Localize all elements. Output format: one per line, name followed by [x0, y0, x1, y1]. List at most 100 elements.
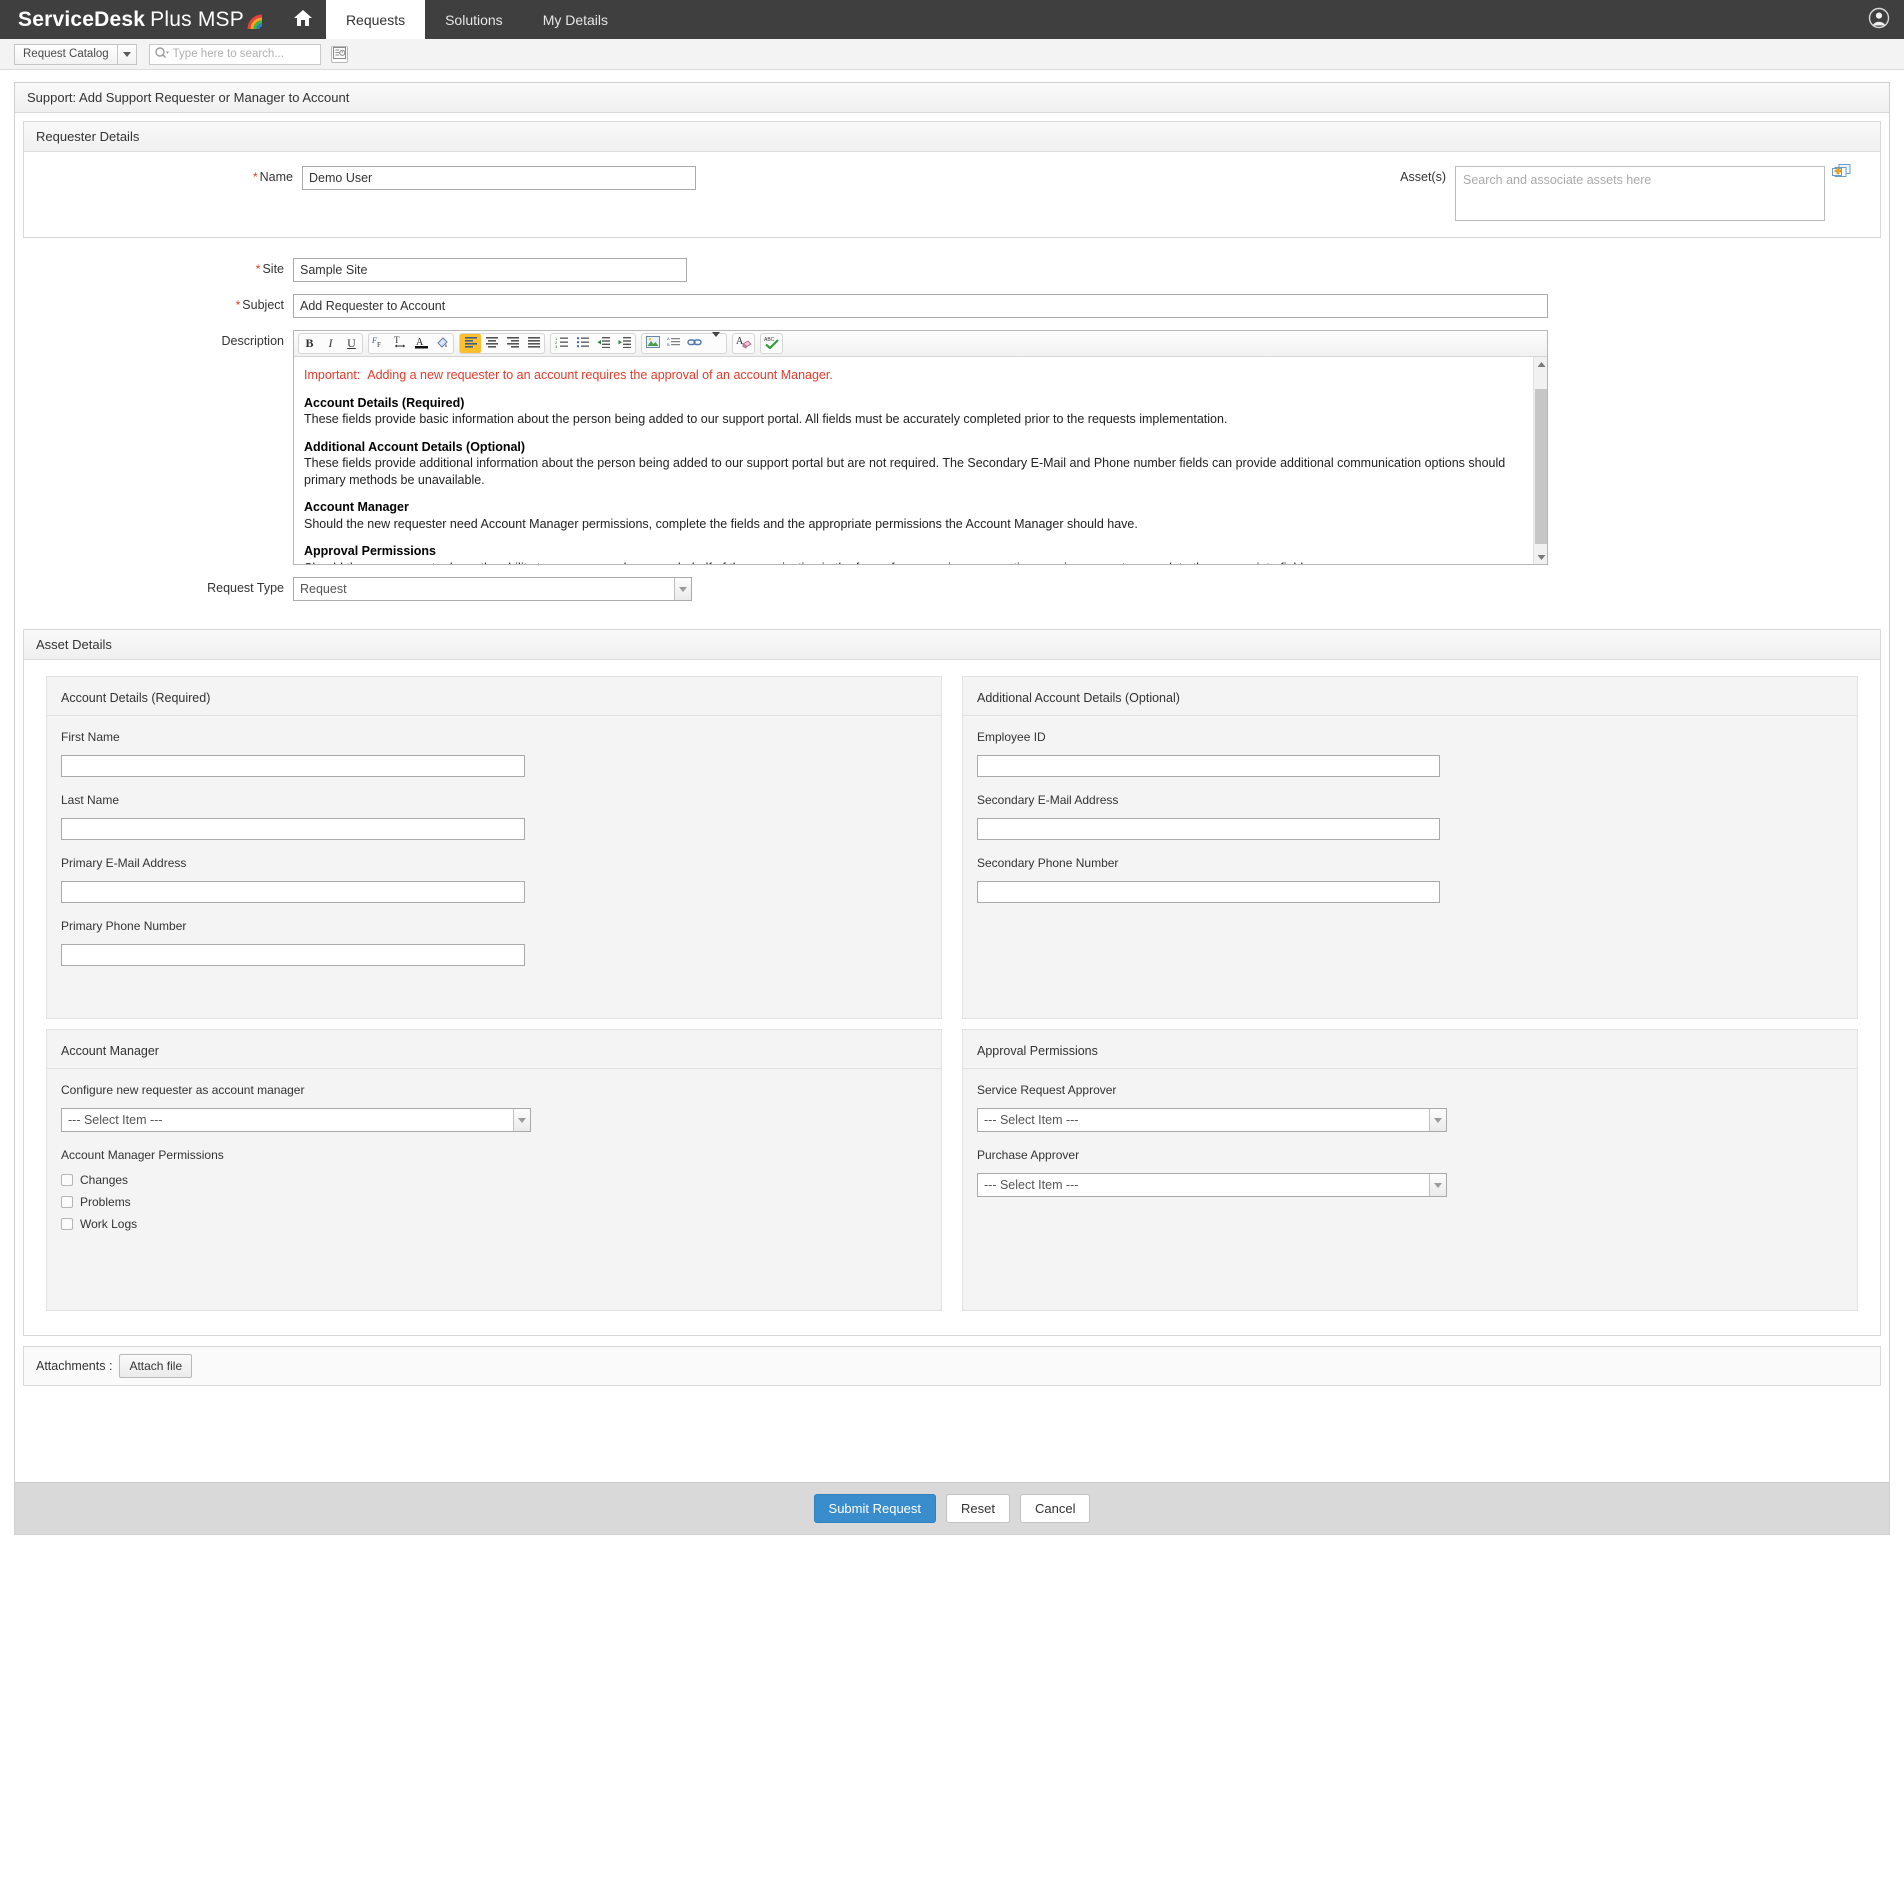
checkbox-row-work-logs[interactable]: Work Logs [61, 1217, 927, 1231]
chevron-down-icon [513, 1109, 530, 1131]
field-employee-id: Employee ID [977, 730, 1843, 777]
request-catalog-dropdown[interactable]: Request Catalog [14, 43, 137, 65]
outdent-button[interactable] [593, 334, 614, 353]
assets-search-box[interactable]: Search and associate assets here [1455, 166, 1825, 221]
insert-table-icon: AB [667, 336, 681, 351]
insert-table-button[interactable]: AB [663, 334, 684, 353]
request-type-dropdown[interactable]: Request [293, 577, 692, 601]
insert-link-button[interactable] [684, 334, 705, 353]
underline-button[interactable]: U [341, 334, 362, 353]
font-size-button[interactable]: T [390, 334, 411, 353]
employee-id-input[interactable] [977, 755, 1440, 777]
font-family-button[interactable]: FF [369, 334, 390, 353]
outdent-icon [597, 336, 611, 351]
toolbar-group-font: FF T A [368, 333, 454, 354]
checkbox-row-changes[interactable]: Changes [61, 1173, 927, 1187]
text-color-button[interactable]: A [411, 334, 432, 353]
font-family-icon: FF [371, 335, 387, 352]
svg-text:B: B [667, 342, 670, 347]
bold-button[interactable]: B [299, 334, 320, 353]
align-center-button[interactable] [481, 334, 502, 353]
submit-request-button[interactable]: Submit Request [813, 1494, 937, 1523]
employee-id-label: Employee ID [977, 730, 1046, 744]
problems-checkbox[interactable] [61, 1196, 73, 1208]
scroll-up-arrow-icon[interactable] [1534, 357, 1547, 371]
description-heading-3: Approval Permissions [304, 544, 436, 558]
tab-solutions[interactable]: Solutions [425, 0, 523, 39]
insert-image-button[interactable] [642, 334, 663, 353]
tab-requests-label: Requests [345, 11, 406, 28]
first-name-label: First Name [61, 730, 120, 744]
search-field-wrapper[interactable] [148, 43, 321, 65]
tab-my-details-label: My Details [542, 11, 609, 28]
request-type-label: Request Type [207, 581, 284, 595]
subject-input[interactable] [293, 294, 1548, 318]
insert-image-icon [645, 336, 660, 351]
editor-toolbar: B I U FF T A 1 2 3 A B A ABC [294, 331, 1547, 357]
name-input[interactable] [302, 166, 696, 190]
first-name-input[interactable] [61, 755, 525, 777]
changes-checkbox[interactable] [61, 1174, 73, 1186]
user-account-button[interactable] [1868, 0, 1890, 39]
scroll-down-arrow-icon[interactable] [1534, 550, 1547, 564]
card-additional-account-details: Additional Account Details (Optional) Em… [962, 676, 1858, 1019]
site-input[interactable] [293, 258, 687, 282]
description-heading-0: Account Details (Required) [304, 395, 465, 410]
background-color-button[interactable] [432, 334, 453, 353]
description-scrollbar[interactable] [1533, 357, 1547, 564]
attach-file-button[interactable]: Attach file [119, 1354, 193, 1378]
field-service-request-approver: Service Request Approver --- Select Item… [977, 1083, 1843, 1132]
checkbox-row-problems[interactable]: Problems [61, 1195, 927, 1209]
italic-button[interactable]: I [320, 334, 341, 353]
last-name-input[interactable] [61, 818, 525, 840]
service-request-approver-value: --- Select Item --- [984, 1113, 1079, 1127]
svg-text:3: 3 [555, 344, 558, 348]
spellcheck-button[interactable]: ABC [761, 334, 782, 353]
add-asset-button[interactable] [1832, 163, 1852, 184]
remove-format-button[interactable]: A [733, 334, 754, 353]
primary-email-input[interactable] [61, 881, 525, 903]
attachments-label: Attachments : [36, 1359, 113, 1373]
ordered-list-icon: 123 [555, 336, 569, 351]
indent-button[interactable] [614, 334, 635, 353]
configure-account-manager-dropdown[interactable]: --- Select Item --- [61, 1108, 531, 1132]
reset-button[interactable]: Reset [946, 1494, 1010, 1523]
home-button[interactable] [280, 0, 326, 39]
purchase-approver-value: --- Select Item --- [984, 1178, 1079, 1192]
tab-my-details[interactable]: My Details [523, 0, 628, 39]
tab-requests[interactable]: Requests [325, 0, 426, 39]
purchase-approver-dropdown[interactable]: --- Select Item --- [977, 1173, 1447, 1197]
request-type-value: Request [300, 582, 347, 596]
card-account-details: Account Details (Required) First Name La… [46, 676, 942, 1019]
svg-text:T: T [394, 335, 400, 345]
request-form-panel: Support: Add Support Requester or Manage… [14, 82, 1890, 1535]
service-request-approver-dropdown[interactable]: --- Select Item --- [977, 1108, 1447, 1132]
more-options-button[interactable] [705, 331, 726, 353]
asset-details-section: Asset Details Account Details (Required)… [23, 629, 1881, 1336]
search-history-button[interactable] [330, 45, 348, 63]
toolbar-group-text-style: B I U [298, 333, 363, 354]
align-right-button[interactable] [502, 334, 523, 353]
insert-link-icon [686, 336, 703, 351]
align-left-button[interactable] [460, 334, 481, 353]
configure-account-manager-label: Configure new requester as account manag… [61, 1083, 305, 1097]
app-logo[interactable]: ServiceDesk Plus MSP [0, 0, 280, 39]
field-account-manager-permissions: Account Manager Permissions Changes Prob… [61, 1148, 927, 1231]
name-label: * Name [252, 170, 293, 184]
work-logs-checkbox[interactable] [61, 1218, 73, 1230]
scrollbar-thumb[interactable] [1535, 389, 1547, 544]
primary-phone-input[interactable] [61, 944, 525, 966]
secondary-email-input[interactable] [977, 818, 1440, 840]
toolbar-group-format: A [732, 333, 755, 354]
user-avatar-icon [1868, 7, 1890, 32]
search-input[interactable] [170, 47, 320, 61]
cancel-button[interactable]: Cancel [1020, 1494, 1091, 1523]
page-container: Support: Add Support Requester or Manage… [0, 70, 1904, 1535]
description-content[interactable]: Important: Adding a new requester to an … [294, 357, 1547, 564]
subject-row: * Subject [15, 288, 1889, 324]
align-justify-button[interactable] [523, 334, 544, 353]
purchase-approver-label: Purchase Approver [977, 1148, 1080, 1162]
ordered-list-button[interactable]: 123 [551, 334, 572, 353]
secondary-phone-input[interactable] [977, 881, 1440, 903]
unordered-list-button[interactable] [572, 334, 593, 353]
